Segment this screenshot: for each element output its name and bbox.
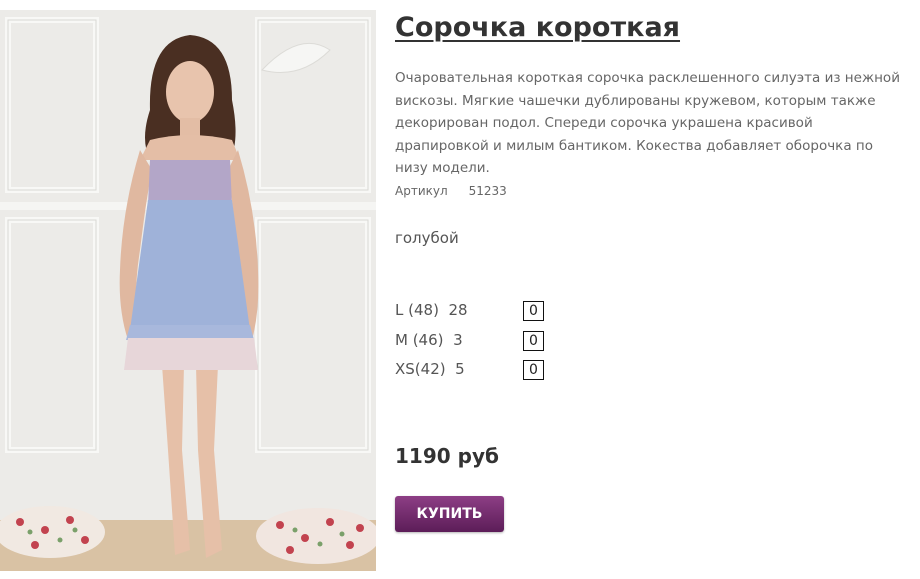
quantity-input-l[interactable] (523, 301, 544, 321)
size-label: M (46) 3 (395, 330, 463, 349)
product-price: 1190 руб (395, 444, 499, 468)
product-description: Очаровательная короткая сорочка расклеше… (395, 70, 900, 176)
quantity-input-m[interactable] (523, 330, 544, 351)
quantity-input-xs[interactable] (523, 360, 544, 380)
size-label: L (48) 28 (395, 301, 468, 319)
product-photo (0, 10, 376, 571)
article-label: Артикул (395, 184, 448, 198)
product-title: Сорочка короткая (395, 12, 681, 43)
size-label: XS(42) 5 (395, 360, 465, 378)
article-row: Артикул 51233 (395, 184, 507, 198)
color-name: голубой (395, 229, 459, 247)
buy-button[interactable]: КУПИТЬ (395, 496, 504, 532)
article-value: 51233 (468, 184, 507, 198)
